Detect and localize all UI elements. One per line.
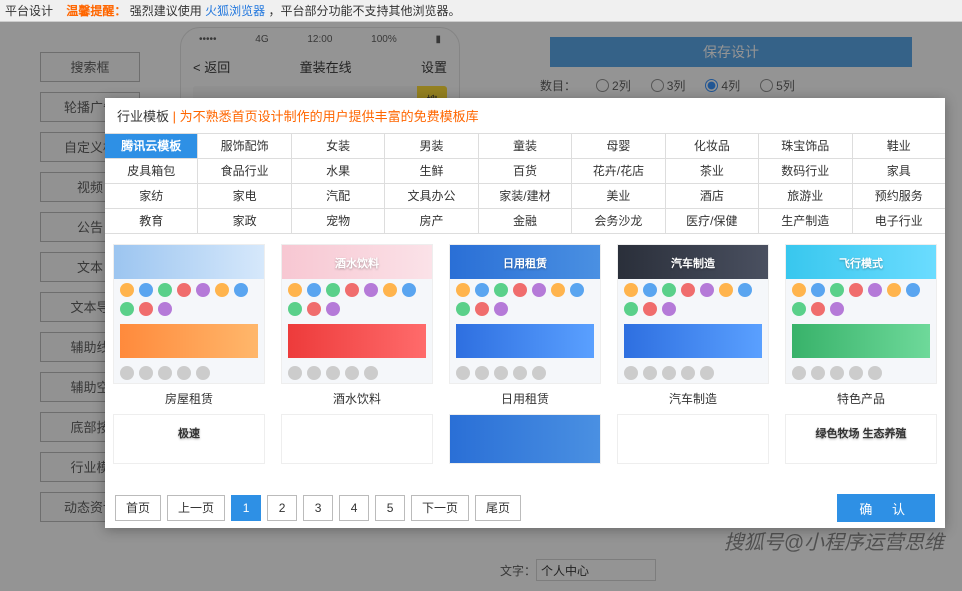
- template-thumb[interactable]: 极速: [113, 414, 265, 464]
- category-cell[interactable]: 化妆品: [666, 134, 759, 158]
- category-cell[interactable]: 女装: [292, 134, 385, 158]
- pager-prev[interactable]: 上一页: [167, 495, 225, 521]
- category-cell[interactable]: 水果: [292, 159, 385, 183]
- category-cell[interactable]: 花卉/花店: [572, 159, 665, 183]
- topbar-warn: 温馨提醒：: [66, 4, 126, 18]
- category-cell[interactable]: 美业: [572, 184, 665, 208]
- category-cell[interactable]: 金融: [479, 209, 572, 233]
- category-cell[interactable]: 医疗/保健: [666, 209, 759, 233]
- pager-next[interactable]: 下一页: [411, 495, 469, 521]
- category-cell[interactable]: 鞋业: [853, 134, 945, 158]
- modal-title: 行业模板 | 为不熟悉首页设计制作的用户提供丰富的免费模板库: [105, 98, 945, 133]
- modal-footer: 首页 上一页 1 2 3 4 5 下一页 尾页 确 认: [105, 488, 945, 528]
- category-cell[interactable]: 服饰配饰: [198, 134, 291, 158]
- category-cell[interactable]: 家政: [198, 209, 291, 233]
- category-cell[interactable]: 家纺: [105, 184, 198, 208]
- template-name: 汽车制造: [617, 390, 769, 406]
- pager-page[interactable]: 2: [267, 495, 297, 521]
- category-cell[interactable]: 文具办公: [385, 184, 478, 208]
- template-thumb[interactable]: 绿色牧场 生态养殖: [785, 414, 937, 464]
- category-cell[interactable]: 生鲜: [385, 159, 478, 183]
- pager-last[interactable]: 尾页: [475, 495, 521, 521]
- category-cell[interactable]: 旅游业: [759, 184, 852, 208]
- category-grid: 腾讯云模板服饰配饰女装男装童装母婴化妆品珠宝饰品鞋业皮具箱包食品行业水果生鲜百货…: [105, 133, 945, 234]
- template-thumb[interactable]: [449, 414, 601, 464]
- template-thumb[interactable]: [281, 414, 433, 464]
- category-cell[interactable]: 酒店: [666, 184, 759, 208]
- template-modal: 行业模板 | 为不熟悉首页设计制作的用户提供丰富的免费模板库 腾讯云模板服饰配饰…: [105, 98, 945, 528]
- category-cell[interactable]: 房产: [385, 209, 478, 233]
- category-cell[interactable]: 珠宝饰品: [759, 134, 852, 158]
- category-cell[interactable]: 皮具箱包: [105, 159, 198, 183]
- template-thumb[interactable]: 日用租赁: [449, 244, 601, 384]
- template-list: 房屋租赁 酒水饮料 酒水饮料 日用租赁 日用租赁 汽车制造 汽车制造 飞行模式 …: [105, 234, 945, 488]
- pager-page[interactable]: 3: [303, 495, 333, 521]
- topbar-label: 平台设计: [5, 4, 53, 18]
- template-name: 房屋租赁: [113, 390, 265, 406]
- category-cell[interactable]: 教育: [105, 209, 198, 233]
- category-cell[interactable]: 腾讯云模板: [105, 134, 198, 158]
- pager-page[interactable]: 4: [339, 495, 369, 521]
- category-cell[interactable]: 家电: [198, 184, 291, 208]
- category-cell[interactable]: 男装: [385, 134, 478, 158]
- template-thumb[interactable]: 汽车制造: [617, 244, 769, 384]
- category-cell[interactable]: 电子行业: [853, 209, 945, 233]
- pager-page[interactable]: 1: [231, 495, 261, 521]
- pager-first[interactable]: 首页: [115, 495, 161, 521]
- category-cell[interactable]: 百货: [479, 159, 572, 183]
- category-cell[interactable]: 食品行业: [198, 159, 291, 183]
- category-cell[interactable]: 家具: [853, 159, 945, 183]
- category-cell[interactable]: 预约服务: [853, 184, 945, 208]
- category-cell[interactable]: 宠物: [292, 209, 385, 233]
- category-cell[interactable]: 数码行业: [759, 159, 852, 183]
- category-cell[interactable]: 家装/建材: [479, 184, 572, 208]
- template-name: 特色产品: [785, 390, 937, 406]
- template-thumb[interactable]: [113, 244, 265, 384]
- template-thumb[interactable]: [617, 414, 769, 464]
- firefox-link[interactable]: 火狐浏览器: [205, 4, 265, 18]
- template-thumb[interactable]: 飞行模式: [785, 244, 937, 384]
- pager-page[interactable]: 5: [375, 495, 405, 521]
- top-warning-bar: 平台设计 温馨提醒： 强烈建议使用 火狐浏览器 ，平台部分功能不支持其他浏览器。: [0, 0, 962, 22]
- confirm-button[interactable]: 确 认: [837, 494, 935, 522]
- template-name: 日用租赁: [449, 390, 601, 406]
- category-cell[interactable]: 会务沙龙: [572, 209, 665, 233]
- template-name: 酒水饮料: [281, 390, 433, 406]
- category-cell[interactable]: 母婴: [572, 134, 665, 158]
- category-cell[interactable]: 童装: [479, 134, 572, 158]
- category-cell[interactable]: 生产制造: [759, 209, 852, 233]
- category-cell[interactable]: 茶业: [666, 159, 759, 183]
- category-cell[interactable]: 汽配: [292, 184, 385, 208]
- template-thumb[interactable]: 酒水饮料: [281, 244, 433, 384]
